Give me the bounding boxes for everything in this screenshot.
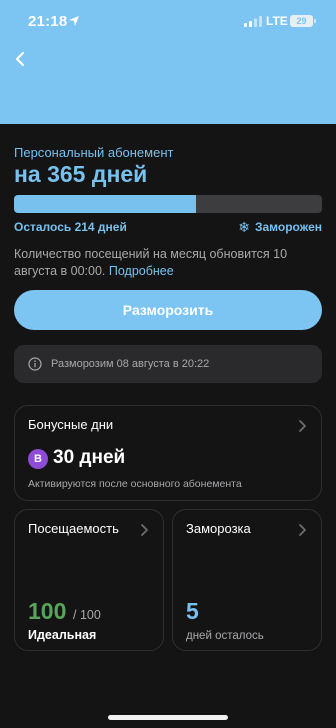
more-info-link[interactable]: Подробнее <box>109 264 174 278</box>
unfreeze-button[interactable]: Разморозить <box>14 290 322 330</box>
attendance-title: Посещаемость <box>28 521 119 536</box>
bonus-badge-icon: B <box>28 449 48 469</box>
freeze-days-value: 5 <box>186 598 199 624</box>
status-time: 21:18 <box>28 13 68 30</box>
info-icon <box>28 357 42 371</box>
visits-info: Количество посещений на месяц обновится … <box>14 246 314 280</box>
remaining-days: Осталось 214 дней <box>14 220 127 234</box>
freeze-title: Заморозка <box>186 521 251 536</box>
chevron-left-icon <box>15 51 25 67</box>
bonus-days-card[interactable]: Бонусные дни B 30 дней Активируются посл… <box>14 405 322 501</box>
home-indicator[interactable] <box>108 715 228 720</box>
attendance-card[interactable]: Посещаемость 100 / 100 Идеальная <box>14 509 164 651</box>
battery-tip <box>314 19 316 23</box>
chevron-right-icon <box>299 524 306 536</box>
header-banner: 21:18 LTE 29 <box>0 0 336 124</box>
chevron-right-icon <box>141 524 148 536</box>
freeze-card[interactable]: Заморозка 5 дней осталось <box>172 509 322 651</box>
attendance-value: 100 <box>28 598 67 624</box>
chevron-right-icon <box>299 420 306 432</box>
attendance-status: Идеальная <box>28 628 97 642</box>
battery-icon: 29 <box>290 15 313 27</box>
status-bar: 21:18 LTE 29 <box>0 0 336 44</box>
bonus-days-title: Бонусные дни <box>28 417 114 432</box>
frozen-label: Заморожен <box>254 220 322 234</box>
subscription-label: Персональный абонемент <box>14 145 174 160</box>
network-type: LTE <box>266 14 288 28</box>
subscription-title: на 365 дней <box>14 161 148 187</box>
attendance-total: / 100 <box>73 608 101 622</box>
bonus-days-subtitle: Активируются после основного абонемента <box>28 478 242 490</box>
unfreeze-notice: Разморозим 08 августа в 20:22 <box>14 345 322 383</box>
bonus-days-value: 30 дней <box>53 447 126 468</box>
snowflake-icon: ❄ <box>238 219 250 235</box>
signal-icon <box>244 16 262 27</box>
subscription-progress-bar <box>14 195 322 213</box>
subscription-progress-fill <box>14 195 196 213</box>
back-button[interactable] <box>8 46 32 72</box>
freeze-days-subtitle: дней осталось <box>186 630 264 642</box>
frozen-status: ❄ Заморожен <box>238 220 322 234</box>
location-arrow-icon <box>69 16 79 26</box>
notice-text: Разморозим 08 августа в 20:22 <box>51 358 210 370</box>
